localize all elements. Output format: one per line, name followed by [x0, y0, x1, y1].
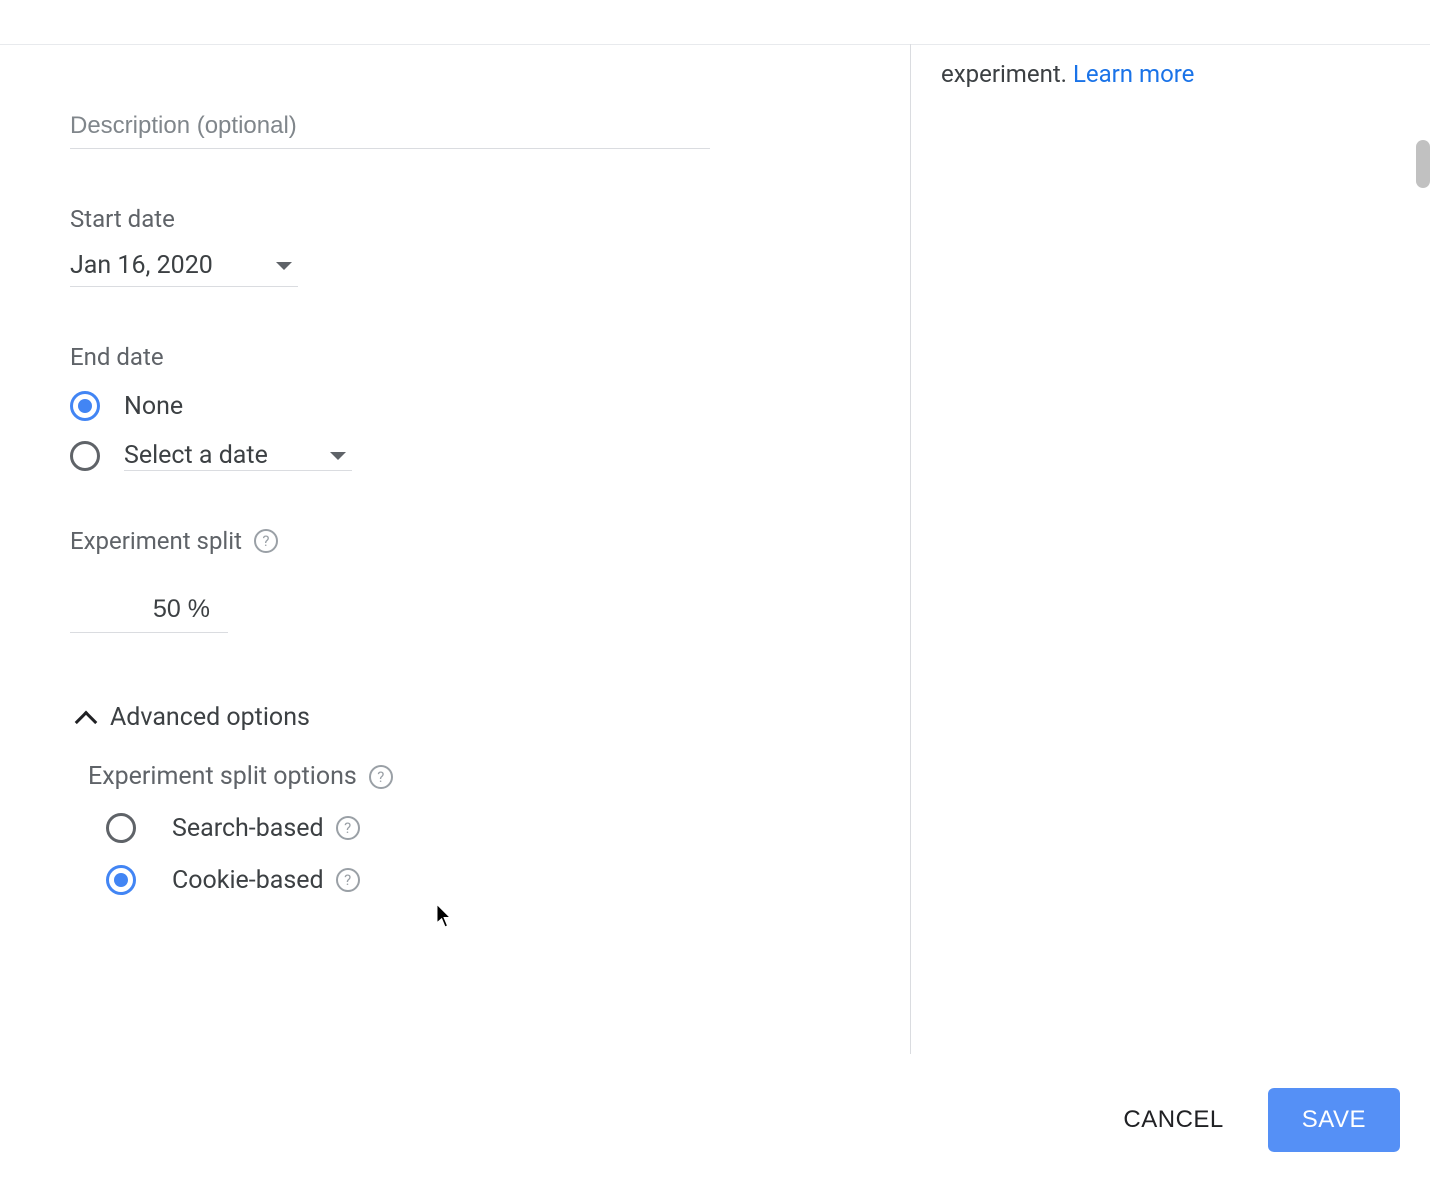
- chevron-down-icon: [276, 262, 292, 270]
- search-based-radio[interactable]: [106, 813, 136, 843]
- experiment-split-field-group: Experiment split ?: [70, 527, 890, 633]
- end-date-none-label: None: [124, 392, 183, 421]
- end-date-field-group: End date None Select a date: [70, 343, 890, 471]
- end-date-none-radio[interactable]: [70, 391, 100, 421]
- help-icon[interactable]: ?: [336, 868, 360, 892]
- experiment-split-label: Experiment split: [70, 527, 242, 555]
- end-date-select-radio[interactable]: [70, 441, 100, 471]
- advanced-options-toggle[interactable]: Advanced options: [78, 703, 890, 732]
- end-date-date-select[interactable]: Select a date: [124, 441, 352, 471]
- radio-selected-icon: [78, 399, 92, 413]
- start-date-field-group: Start date Jan 16, 2020: [70, 205, 890, 287]
- end-date-none-row: None: [70, 391, 890, 421]
- advanced-options-label: Advanced options: [110, 703, 310, 732]
- help-panel-text: experiment.: [941, 60, 1067, 88]
- learn-more-link[interactable]: Learn more: [1073, 60, 1194, 88]
- search-based-label: Search-based: [172, 814, 324, 843]
- footer-actions: CANCEL SAVE: [1085, 1060, 1430, 1180]
- radio-selected-icon: [114, 873, 128, 887]
- end-date-select-row: Select a date: [70, 441, 890, 471]
- description-field-group: [70, 104, 890, 149]
- form-panel: Start date Jan 16, 2020 End date None Se…: [70, 44, 890, 917]
- split-options-label: Experiment split options: [88, 762, 357, 791]
- cookie-based-row: Cookie-based ?: [106, 865, 890, 895]
- cancel-button[interactable]: CANCEL: [1115, 1092, 1231, 1148]
- search-based-row: Search-based ?: [106, 813, 890, 843]
- scrollbar-thumb[interactable]: [1416, 140, 1430, 188]
- help-icon[interactable]: ?: [336, 816, 360, 840]
- start-date-select[interactable]: Jan 16, 2020: [70, 245, 298, 287]
- chevron-up-icon: [75, 710, 98, 733]
- save-button[interactable]: SAVE: [1268, 1088, 1400, 1152]
- chevron-down-icon: [330, 452, 346, 460]
- cookie-based-radio[interactable]: [106, 865, 136, 895]
- help-icon[interactable]: ?: [369, 765, 393, 789]
- advanced-options-section: Experiment split options ? Search-based …: [88, 762, 890, 895]
- start-date-label: Start date: [70, 205, 890, 233]
- description-input[interactable]: [70, 104, 710, 149]
- end-date-label: End date: [70, 343, 890, 371]
- end-date-select-label: Select a date: [124, 441, 330, 470]
- right-help-panel: experiment. Learn more: [910, 44, 1390, 1054]
- help-icon[interactable]: ?: [254, 529, 278, 553]
- experiment-split-input[interactable]: [70, 587, 228, 633]
- start-date-value: Jan 16, 2020: [70, 251, 276, 280]
- cookie-based-label: Cookie-based: [172, 866, 324, 895]
